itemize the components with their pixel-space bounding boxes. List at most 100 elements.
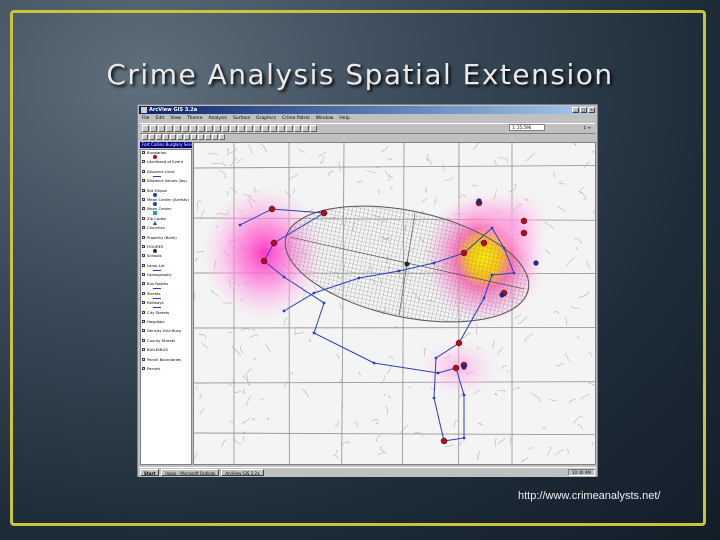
layer-visibility-checkbox[interactable] [142, 244, 145, 248]
start-button[interactable]: Start [140, 469, 160, 476]
layer-visibility-checkbox[interactable] [142, 235, 145, 239]
minimize-icon[interactable]: _ [572, 107, 579, 113]
layer-visibility-checkbox[interactable]: ✓ [142, 188, 146, 192]
layer-visibility-checkbox[interactable] [142, 338, 145, 342]
burglary-marker[interactable] [268, 205, 276, 213]
toc-layer-item[interactable]: ✓ Density Grid Burg [141, 328, 191, 337]
toc-layer-item[interactable]: Hospitals [141, 319, 191, 328]
vertex-edit-icon[interactable] [156, 134, 162, 140]
toc-layer-item[interactable]: Property (Bank) [141, 235, 191, 244]
layer-visibility-checkbox[interactable] [142, 357, 145, 361]
zoom-in-icon[interactable] [206, 125, 213, 132]
layer-visibility-checkbox[interactable]: ✓ [142, 179, 146, 183]
layer-visibility-checkbox[interactable] [142, 160, 145, 164]
source-url[interactable]: http://www.crimeanalysts.net/ [518, 490, 660, 502]
arrest-marker[interactable] [476, 198, 482, 204]
toc-layer-item[interactable]: Mean Center (Arrests) [141, 197, 191, 206]
help-icon[interactable] [262, 125, 269, 132]
layer-visibility-checkbox[interactable] [142, 301, 145, 305]
locate-address-icon[interactable] [246, 125, 253, 132]
arrest-marker[interactable] [461, 364, 467, 370]
layer-visibility-checkbox[interactable] [142, 282, 145, 286]
burglary-marker[interactable] [520, 229, 528, 237]
pointer-tool-icon[interactable] [149, 134, 155, 140]
hotlink-tool-icon[interactable] [191, 134, 197, 140]
zoom-active-icon[interactable] [190, 125, 197, 132]
zoom-selected-icon[interactable] [198, 125, 205, 132]
layer-visibility-checkbox[interactable]: ✓ [142, 329, 146, 333]
toc-layer-item[interactable]: BUILDINGS [141, 347, 191, 356]
open-table-icon[interactable] [174, 125, 181, 132]
layer-visibility-checkbox[interactable] [142, 291, 145, 295]
zoom-full-icon[interactable] [182, 125, 189, 132]
export-tool-icon[interactable] [310, 125, 317, 132]
menu-file[interactable]: File [142, 115, 150, 122]
toc-layer-item[interactable]: Lamp Lat [141, 263, 191, 272]
menu-edit[interactable]: Edit [156, 115, 165, 122]
toc-layer-item[interactable]: ✓ Burglaries [141, 150, 191, 159]
close-icon[interactable]: × [588, 107, 595, 113]
table-of-contents[interactable]: ✓ Burglaries Likelihood of Event ✓ Distance … [140, 149, 192, 465]
burglary-marker[interactable] [452, 364, 460, 372]
identify-tool-icon[interactable] [142, 134, 148, 140]
burglary-marker[interactable] [480, 239, 488, 247]
layer-visibility-checkbox[interactable] [142, 273, 145, 277]
toc-layer-item[interactable]: Railways [141, 300, 191, 309]
save-icon[interactable] [142, 125, 149, 132]
taskbar-item-outlook[interactable]: Inbox - Microsoft Outlook [161, 469, 220, 476]
layer-visibility-checkbox[interactable] [142, 366, 145, 370]
pan-tool-icon[interactable] [177, 134, 183, 140]
edit-legend-icon[interactable] [166, 125, 173, 132]
map-view[interactable] [193, 142, 596, 465]
layer-visibility-checkbox[interactable] [142, 197, 145, 201]
add-theme-icon[interactable] [150, 125, 157, 132]
draw-tool-icon[interactable] [219, 134, 225, 140]
burglary-marker[interactable] [460, 249, 468, 257]
toc-layer-item[interactable]: ✓ Distance Values (lbs) [141, 178, 191, 187]
menu-graphics[interactable]: Graphics [256, 115, 276, 122]
layer-visibility-checkbox[interactable] [142, 263, 145, 267]
layer-visibility-checkbox[interactable]: ✓ [142, 169, 146, 173]
menu-surface[interactable]: Surface [233, 115, 250, 122]
toc-layer-item[interactable]: FIGURES [141, 244, 191, 253]
zoom-out-tool-icon[interactable] [170, 134, 176, 140]
toc-layer-item[interactable]: Churches [141, 225, 191, 234]
toc-layer-item[interactable]: Bus Routes [141, 281, 191, 290]
arrest-marker[interactable] [499, 292, 505, 298]
zoom-in-tool-icon[interactable] [163, 134, 169, 140]
measure-tool-icon[interactable] [184, 134, 190, 140]
report-tool-icon[interactable] [302, 125, 309, 132]
maximize-icon[interactable]: □ [580, 107, 587, 113]
toc-layer-item[interactable]: County Streets [141, 338, 191, 347]
label-tool-icon[interactable] [205, 134, 211, 140]
toc-layer-item[interactable]: ✓ Std Ellipse [141, 188, 191, 197]
select-features-icon[interactable] [230, 125, 237, 132]
menu-view[interactable]: View [170, 115, 181, 122]
toc-layer-item[interactable]: Mean Center [141, 206, 191, 216]
text-tool-icon[interactable] [212, 134, 218, 140]
toc-layer-item[interactable]: Schools [141, 253, 191, 262]
layer-visibility-checkbox[interactable] [142, 254, 145, 258]
toc-layer-item[interactable]: Streets [141, 291, 191, 300]
layer-visibility-checkbox[interactable] [142, 216, 145, 220]
area-of-interest-icon[interactable] [198, 134, 204, 140]
map-canvas[interactable] [194, 143, 595, 464]
theme-properties-icon[interactable] [158, 125, 165, 132]
layout-icon[interactable] [254, 125, 261, 132]
route-tool-icon[interactable] [294, 125, 301, 132]
menu-analysis[interactable]: Analysis [208, 115, 227, 122]
menu-window[interactable]: Window [316, 115, 334, 122]
toc-layer-item[interactable]: Zip Codes [141, 216, 191, 225]
toc-layer-item[interactable]: Parcels [141, 366, 191, 375]
burglary-marker[interactable] [260, 257, 268, 265]
taskbar-item-arcview[interactable]: ArcView GIS 3.2a [221, 469, 264, 476]
burglary-marker[interactable] [320, 209, 328, 217]
layer-visibility-checkbox[interactable] [142, 320, 145, 324]
scale-field[interactable]: 1: 25,596 [509, 124, 545, 131]
layer-visibility-checkbox[interactable]: ✓ [142, 310, 146, 314]
toc-layer-item[interactable]: Parcel Boundaries [141, 357, 191, 366]
menu-crime-patrol[interactable]: Crime Patrol [282, 115, 310, 122]
hotspot-tool-icon[interactable] [278, 125, 285, 132]
toc-layer-item[interactable]: ✓ City Streets [141, 310, 191, 319]
toc-layer-item[interactable]: ✓ Distance Lines [141, 169, 191, 178]
